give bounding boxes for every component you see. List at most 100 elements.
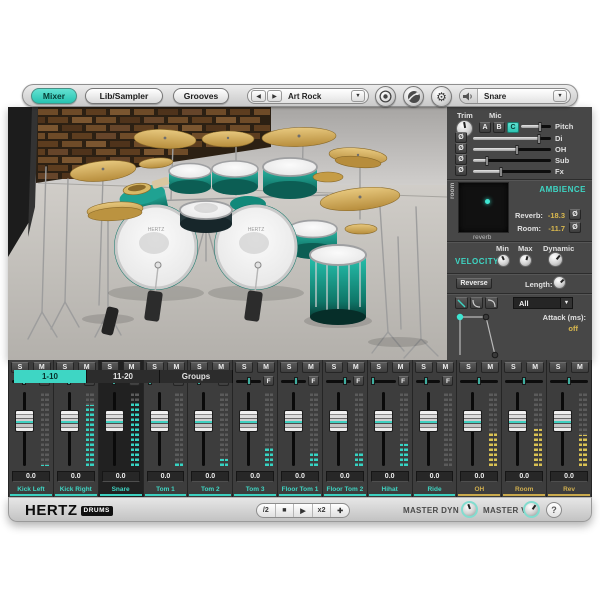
fader-handle[interactable]	[418, 409, 438, 432]
fader-handle[interactable]	[59, 409, 79, 432]
mute-button[interactable]: M	[526, 362, 545, 373]
channel-label[interactable]: Ride	[413, 484, 456, 496]
play-button[interactable]: ▶	[294, 504, 313, 517]
mic-a-button[interactable]: A	[479, 122, 491, 133]
pan-slider[interactable]	[505, 377, 544, 385]
fader-handle[interactable]	[463, 409, 483, 432]
instrument-selector[interactable]: Snare ▼	[459, 88, 571, 104]
channel-label[interactable]: Floor Tom 2	[323, 484, 366, 496]
channel-label[interactable]: Floor Tom 1	[279, 484, 321, 496]
mute-button[interactable]: M	[436, 362, 455, 373]
fx-button[interactable]: F	[352, 376, 364, 386]
mic-c-button[interactable]: C	[507, 122, 519, 133]
pan-thumb[interactable]	[294, 377, 299, 385]
channel-label[interactable]: Kick Right	[54, 484, 97, 496]
channel-strip-oh[interactable]: S M 0.0 OH	[457, 360, 502, 497]
fx-slider[interactable]	[473, 166, 551, 177]
move-button[interactable]: ✚	[331, 504, 349, 517]
di-phase-button[interactable]: Ø	[455, 132, 467, 143]
mute-button[interactable]: M	[301, 362, 320, 373]
channel-strip-floor-tom-2[interactable]: S M F 0.0 Floor Tom 2	[322, 360, 367, 497]
channel-strip-tom-3[interactable]: S M F 0.0 Tom 3	[233, 360, 278, 497]
pan-slider[interactable]	[550, 377, 588, 385]
stop-button[interactable]: ■	[276, 504, 295, 517]
pan-slider[interactable]	[370, 377, 396, 385]
mute-button[interactable]: M	[257, 362, 276, 373]
fx-button[interactable]: F	[442, 376, 454, 386]
pan-slider[interactable]	[236, 377, 262, 385]
solo-button[interactable]: S	[324, 362, 343, 373]
fader-handle[interactable]	[15, 409, 34, 432]
channel-strip-ride[interactable]: S M F 0.0 Ride	[412, 360, 457, 497]
fx-button[interactable]: F	[263, 376, 275, 386]
solo-button[interactable]: S	[459, 362, 478, 373]
tab-grooves[interactable]: Grooves	[173, 88, 229, 104]
master-dyn-knob[interactable]	[461, 501, 478, 518]
fader-handle[interactable]	[284, 409, 304, 432]
fader-handle[interactable]	[328, 409, 348, 432]
tab-mixer[interactable]: Mixer	[31, 88, 77, 104]
tab-lib-sampler[interactable]: Lib/Sampler	[85, 88, 163, 104]
articulation-selector[interactable]: All ▼	[513, 297, 573, 309]
channel-strip-rev[interactable]: S M 0.0 Rev	[547, 360, 591, 497]
help-button[interactable]: ?	[546, 502, 562, 518]
solo-button[interactable]: S	[504, 362, 523, 373]
master-vol-knob[interactable]	[523, 501, 540, 518]
mute-button[interactable]: M	[346, 362, 365, 373]
solo-button[interactable]: S	[549, 362, 568, 373]
fader-handle[interactable]	[373, 409, 393, 432]
channel-label[interactable]: Kick Left	[10, 484, 52, 496]
web-button[interactable]	[403, 86, 424, 107]
mute-button[interactable]: M	[391, 362, 410, 373]
pan-thumb[interactable]	[370, 377, 375, 385]
channel-strip-hihat[interactable]: S M F 0.0 Hihat	[367, 360, 412, 497]
solo-button[interactable]: S	[414, 362, 433, 373]
ambience-xy-dot[interactable]	[485, 199, 490, 204]
channel-label[interactable]: Tom 1	[144, 484, 187, 496]
record-button[interactable]	[375, 86, 396, 107]
solo-button[interactable]: S	[235, 362, 254, 373]
fader-handle[interactable]	[104, 409, 124, 432]
solo-button[interactable]: S	[369, 362, 388, 373]
channel-strip-floor-tom-1[interactable]: S M F 0.0 Floor Tom 1	[278, 360, 322, 497]
pan-thumb[interactable]	[567, 377, 572, 385]
channel-label[interactable]: Tom 3	[234, 484, 277, 496]
pan-slider[interactable]	[460, 377, 499, 385]
channel-label[interactable]: Tom 2	[189, 484, 232, 496]
fader-handle[interactable]	[553, 409, 573, 432]
channel-label[interactable]: Snare	[99, 484, 142, 496]
channel-strip-room[interactable]: S M 0.0 Room	[502, 360, 547, 497]
reverse-button[interactable]: Reverse	[456, 278, 492, 289]
preset-selector[interactable]: ◀ ▶ Art Rock ▼	[247, 88, 369, 104]
ambience-xy-pad[interactable]	[458, 182, 509, 233]
mute-button[interactable]: M	[481, 362, 500, 373]
mic-b-button[interactable]: B	[493, 122, 505, 133]
pan-thumb[interactable]	[477, 377, 482, 385]
di-slider[interactable]	[473, 133, 551, 144]
pan-thumb[interactable]	[423, 377, 428, 385]
envelope-graph[interactable]	[449, 307, 519, 359]
fx-phase-button[interactable]: Ø	[455, 165, 467, 176]
channel-label[interactable]: Hihat	[368, 484, 411, 496]
pitch-slider[interactable]	[521, 121, 551, 132]
drum-kit-stage[interactable]: HERTZ HERTZ	[8, 107, 447, 360]
pan-slider[interactable]	[281, 377, 306, 385]
pan-slider[interactable]	[325, 377, 351, 385]
mixer-bank-tab-11-20[interactable]: 11-20	[87, 370, 160, 383]
pan-thumb[interactable]	[246, 377, 251, 385]
fader-handle[interactable]	[194, 409, 214, 432]
channel-label[interactable]: Room	[503, 484, 546, 496]
settings-button[interactable]: ⚙	[431, 86, 452, 107]
mixer-bank-tab-1-10[interactable]: 1-10	[14, 370, 87, 383]
pan-slider[interactable]	[415, 377, 441, 385]
solo-button[interactable]: S	[280, 362, 299, 373]
velocity-min-knob[interactable]	[497, 254, 510, 267]
instrument-dropdown-icon[interactable]: ▼	[553, 90, 567, 102]
velocity-dynamic-knob[interactable]	[548, 252, 563, 267]
envelope-start-node[interactable]	[456, 313, 464, 321]
fader-handle[interactable]	[239, 409, 259, 432]
length-knob[interactable]	[553, 276, 566, 289]
sub-phase-button[interactable]: Ø	[455, 154, 467, 165]
channel-label[interactable]: OH	[458, 484, 501, 496]
pan-thumb[interactable]	[343, 377, 348, 385]
